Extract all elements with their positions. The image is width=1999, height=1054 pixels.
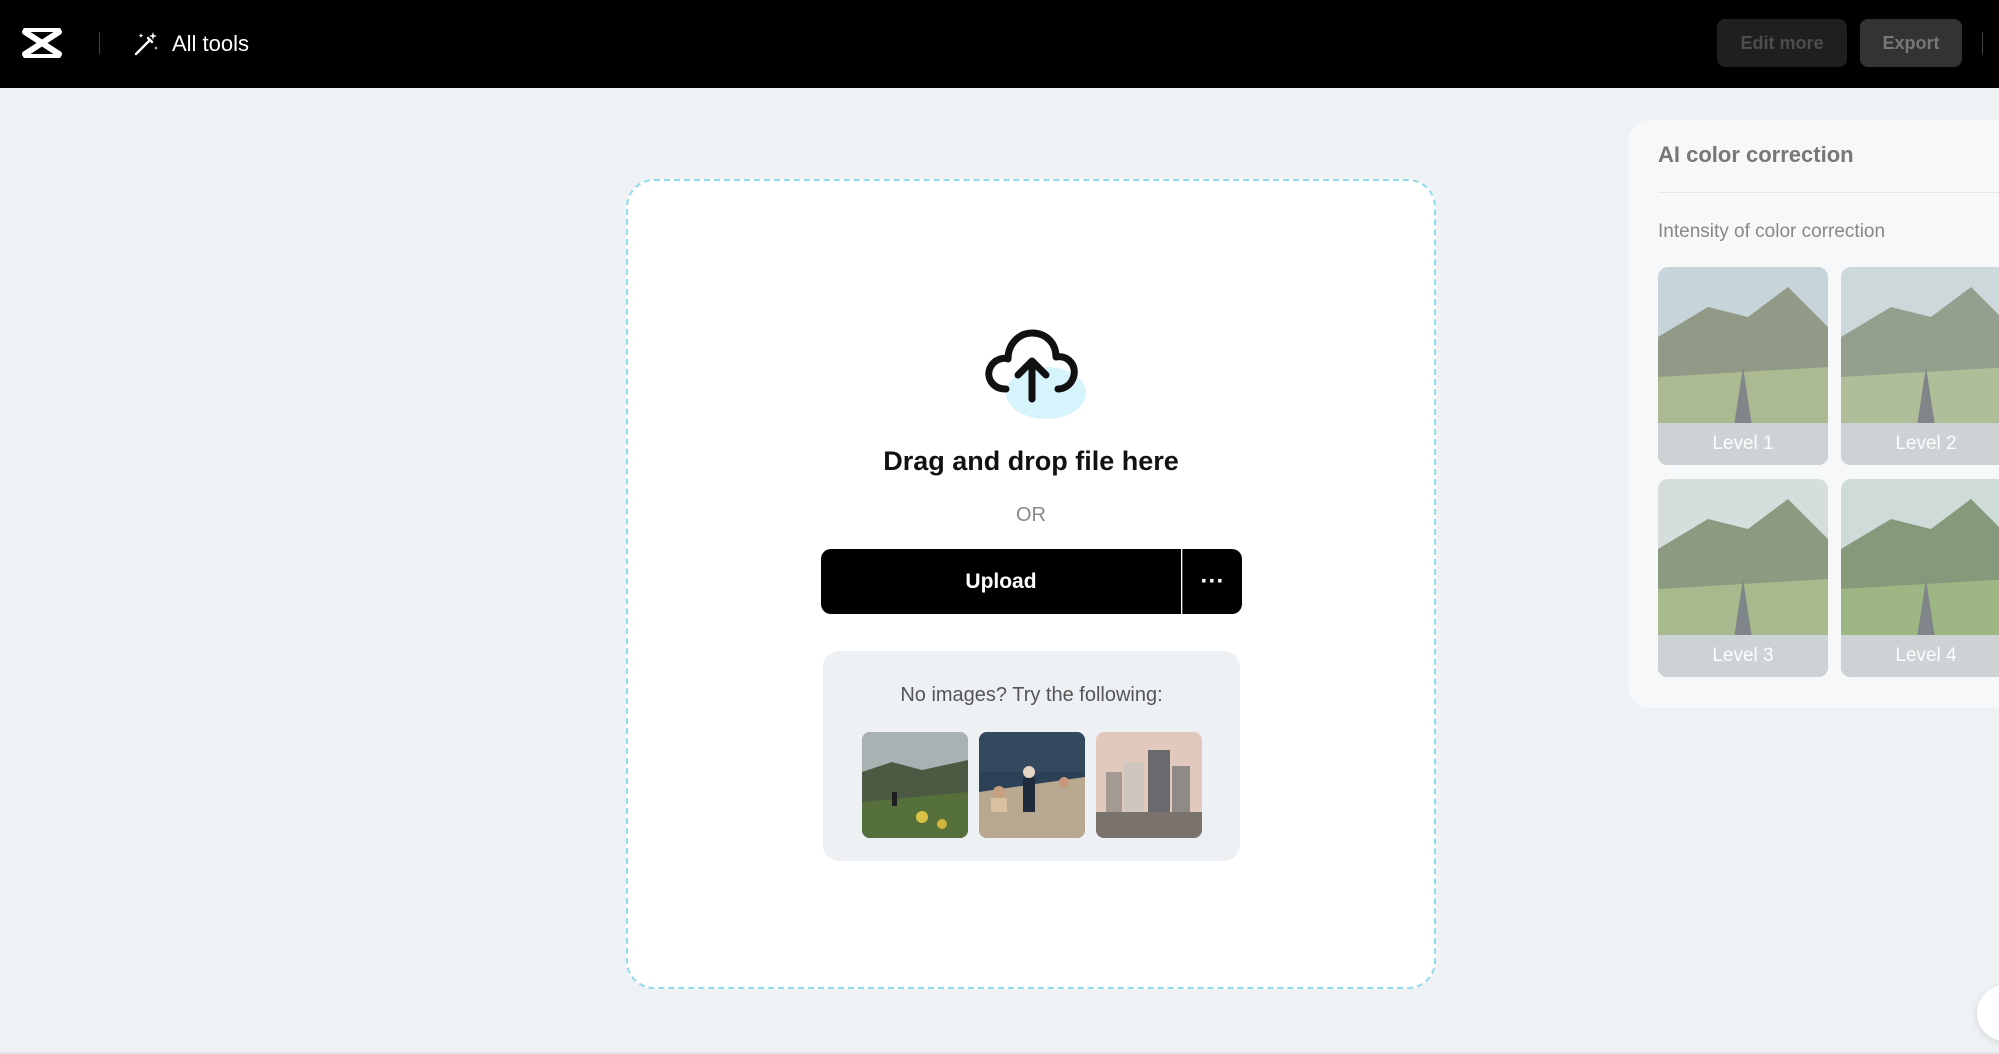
help-float-button[interactable] (1977, 985, 1999, 1041)
color-correction-panel: AI color correction Intensity of color c… (1628, 120, 1999, 708)
level-2-option[interactable]: Level 2 (1841, 267, 1999, 465)
drop-zone[interactable]: Drag and drop file here OR Upload ··· No… (626, 179, 1436, 989)
all-tools-label: All tools (172, 31, 250, 56)
edit-more-button[interactable]: Edit more (1717, 19, 1847, 67)
level-2-label: Level 2 (1841, 423, 1999, 465)
level-1-option[interactable]: Level 1 (1658, 267, 1828, 465)
panel-title: AI color correction (1658, 142, 1854, 167)
level-4-option[interactable]: Level 4 (1841, 479, 1999, 677)
level-3-option[interactable]: Level 3 (1658, 479, 1828, 677)
intensity-label: Intensity of color correction (1658, 221, 1886, 242)
cloud-upload-icon (985, 329, 1086, 419)
magic-wand-icon (134, 32, 158, 56)
all-tools-button[interactable]: All tools (132, 27, 249, 61)
sample-image-city[interactable] (1096, 732, 1202, 838)
or-separator: OR (1016, 504, 1046, 526)
samples-prompt: No images? Try the following: (900, 684, 1163, 706)
panel-divider (1658, 192, 1999, 193)
topbar-divider-right (1982, 32, 1983, 54)
export-button[interactable]: Export (1860, 19, 1962, 67)
sample-image-landscape[interactable] (862, 732, 968, 838)
sample-images-box: No images? Try the following: (823, 651, 1240, 861)
more-options-button[interactable]: ··· (1182, 549, 1242, 614)
top-bar: All tools Edit more Export (0, 0, 1999, 88)
drag-drop-text: Drag and drop file here (883, 446, 1179, 476)
sample-image-people-sea[interactable] (979, 732, 1085, 838)
capcut-logo-icon[interactable] (21, 26, 63, 60)
upload-button[interactable]: Upload (821, 549, 1181, 614)
level-4-label: Level 4 (1841, 635, 1999, 677)
level-1-label: Level 1 (1658, 423, 1828, 465)
topbar-divider (99, 32, 100, 54)
level-3-label: Level 3 (1658, 635, 1828, 677)
